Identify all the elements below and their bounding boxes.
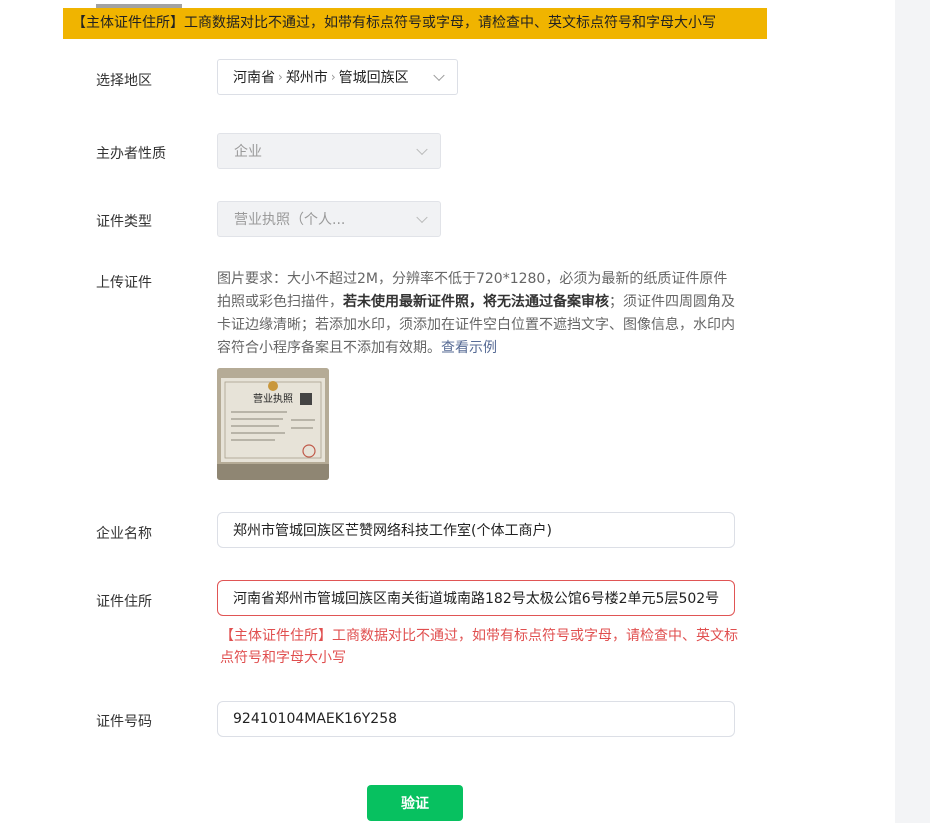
chevron-right-icon: › (278, 70, 283, 84)
license-photo-image: 营业执照 (217, 368, 329, 480)
upload-requirements: 图片要求：大小不超过2M，分辨率不低于720*1280，必须为最新的纸质证件原件… (217, 268, 737, 360)
cert-address-label: 证件住所 (96, 594, 152, 610)
cert-address-error: 【主体证件住所】工商数据对比不通过，如带有标点符号或字母，请检查中、英文标点符号… (220, 628, 738, 666)
view-example-link[interactable]: 查看示例 (441, 340, 497, 356)
organizer-type-label: 主办者性质 (96, 146, 166, 162)
cert-type-select: 营业执照（个人... (217, 201, 441, 237)
region-city: 郑州市 (285, 70, 328, 86)
error-banner: 【主体证件住所】工商数据对比不通过，如带有标点符号或字母，请检查中、英文标点符号… (63, 8, 767, 39)
license-thumb-title: 营业执照 (253, 392, 293, 405)
cert-number-input[interactable]: 92410104MAEK16Y258 (217, 701, 735, 737)
cert-number-label: 证件号码 (96, 714, 152, 730)
cert-type-value: 营业执照（个人... (234, 212, 346, 228)
chevron-down-icon (416, 211, 428, 224)
cert-address-input[interactable]: 河南省郑州市管城回族区南关街道城南路182号太极公馆6号楼2单元5层502号 (217, 580, 735, 616)
region-province: 河南省 (233, 70, 275, 86)
organizer-type-value: 企业 (234, 144, 262, 160)
chevron-down-icon (416, 143, 428, 156)
chevron-down-icon (433, 69, 445, 82)
region-district: 管城回族区 (338, 70, 409, 86)
chevron-right-icon: › (330, 70, 336, 84)
cert-type-label: 证件类型 (96, 214, 152, 230)
region-select[interactable]: 河南省 › 郑州市 › 管城回族区 (217, 59, 458, 95)
verify-button[interactable]: 验证 (367, 785, 463, 821)
page-side-gutter (895, 0, 930, 823)
region-label: 选择地区 (96, 73, 152, 89)
uploaded-license-thumbnail[interactable]: 营业执照 (217, 368, 329, 480)
upload-label: 上传证件 (96, 275, 152, 291)
company-name-label: 企业名称 (96, 526, 152, 542)
cut-off-section-title (96, 0, 186, 8)
company-name-input[interactable]: 郑州市管城回族区芒赞网络科技工作室(个体工商户) (217, 512, 735, 548)
organizer-type-select: 企业 (217, 133, 441, 169)
upload-req-warning: 若未使用最新证件照，将无法通过备案审核 (343, 294, 609, 310)
